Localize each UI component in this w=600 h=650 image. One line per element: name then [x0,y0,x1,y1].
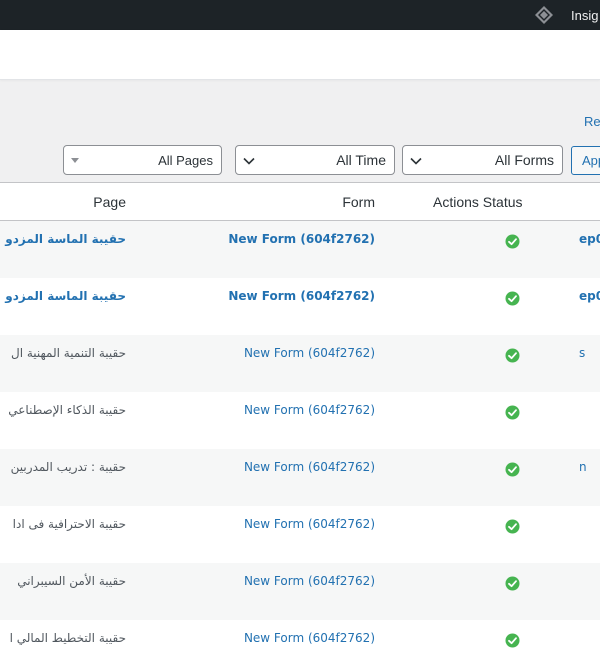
chevron-down-icon [409,154,423,168]
admin-bar-site-menu[interactable]: Insig [534,4,598,26]
success-check-icon [505,633,520,648]
page-header [0,30,600,80]
success-check-icon [505,405,520,420]
column-header-form[interactable]: Form [342,194,375,210]
pages-filter-select[interactable]: All Pages [63,145,222,175]
table-row[interactable]: حقيبة : تدريب المدربين New Form (604f2762… [0,449,600,506]
row-form-link[interactable]: New Form (604f2762) [244,631,375,645]
pages-filter-value: All Pages [158,153,213,168]
row-page-link[interactable]: حقيبة الأمن السيبراني [17,574,126,588]
entries-table: Page Form Actions Status حقيبة الماسة ال… [0,182,600,650]
row-page-link[interactable]: حقيبة التنمية المهنية ال [11,346,126,360]
table-body: حقيبة الماسة المزدو New Form (604f2762) ep… [0,221,600,650]
row-page-link[interactable]: حقيبة الماسة المزدو [5,289,126,303]
success-check-icon [505,234,520,249]
table-row[interactable]: حقيبة الأمن السيبراني New Form (604f2762) [0,563,600,620]
row-form-link[interactable]: New Form (604f2762) [244,574,375,588]
row-page-link[interactable]: حقيبة : تدريب المدربين [11,460,126,474]
row-extra-cell[interactable]: ep0 [579,232,600,246]
table-row[interactable]: حقيبة الماسة المزدو New Form (604f2762) ep… [0,278,600,335]
forms-filter-select[interactable]: All Forms [402,145,563,175]
row-page-link[interactable]: حقيبة التخطيط المالي ا [10,631,126,645]
table-row[interactable]: حقيبة الماسة المزدو New Form (604f2762) ep… [0,221,600,278]
time-filter-value: All Time [336,152,386,168]
row-page-link[interactable]: حقيبة الماسة المزدو [5,232,126,246]
admin-bar-site-label[interactable]: Insig [571,8,598,23]
chevron-down-icon [242,154,256,168]
diamond-logo-icon [534,5,554,25]
table-header: Page Form Actions Status [0,183,600,221]
caret-down-icon [71,158,79,163]
table-row[interactable]: حقيبة الذكاء الإصطناعي New Form (604f2762… [0,392,600,449]
column-header-actions-status[interactable]: Actions Status [433,194,523,210]
forms-filter-value: All Forms [494,152,554,168]
row-extra-cell[interactable]: ep0 [579,289,600,303]
row-form-link[interactable]: New Form (604f2762) [244,403,375,417]
row-form-link[interactable]: New Form (604f2762) [244,346,375,360]
row-extra-cell[interactable]: n [579,460,587,474]
success-check-icon [505,462,520,477]
table-row[interactable]: حقيبة التخطيط المالي ا New Form (604f2762… [0,620,600,650]
page: Insig Re All Pages All Time All Forms Ap… [0,0,600,650]
success-check-icon [505,348,520,363]
row-extra-cell[interactable]: s [579,346,585,360]
row-page-link[interactable]: حقيبة الاحترافية فى ادا [13,517,126,531]
reset-link[interactable]: Re [584,114,600,129]
success-check-icon [505,519,520,534]
admin-bar: Insig [0,0,600,30]
table-row[interactable]: حقيبة الاحترافية فى ادا New Form (604f276… [0,506,600,563]
row-page-link[interactable]: حقيبة الذكاء الإصطناعي [8,403,126,417]
apply-button[interactable]: Apply [571,146,600,175]
table-row[interactable]: حقيبة التنمية المهنية ال New Form (604f27… [0,335,600,392]
success-check-icon [505,576,520,591]
row-form-link[interactable]: New Form (604f2762) [228,289,375,303]
success-check-icon [505,291,520,306]
time-filter-select[interactable]: All Time [235,145,395,175]
column-header-page[interactable]: Page [93,194,126,210]
row-form-link[interactable]: New Form (604f2762) [244,460,375,474]
row-form-link[interactable]: New Form (604f2762) [244,517,375,531]
row-form-link[interactable]: New Form (604f2762) [228,232,375,246]
